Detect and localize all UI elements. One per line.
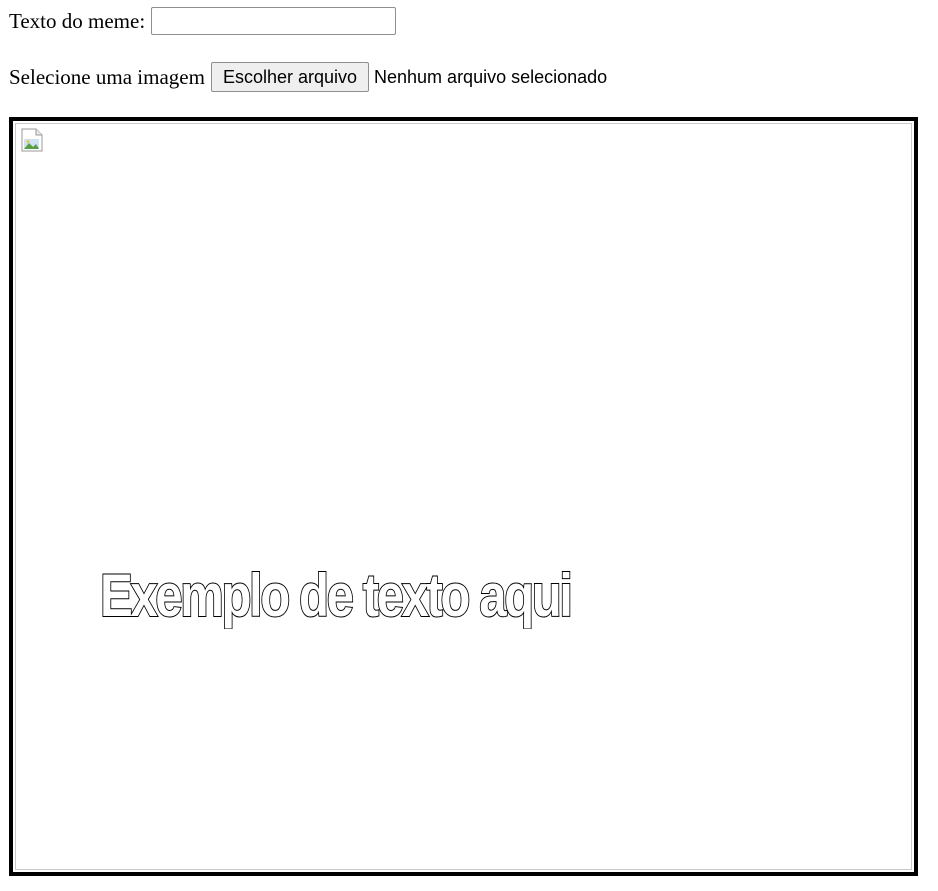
- file-status-text: Nenhum arquivo selecionado: [374, 66, 608, 87]
- image-select-row: Selecione uma imagem Escolher arquivo Ne…: [9, 61, 607, 93]
- meme-caption-text: Exemplo de texto aqui: [99, 562, 574, 629]
- broken-image-icon: [20, 128, 44, 152]
- meme-text-row: Texto do meme:: [9, 6, 397, 36]
- meme-text-label: Texto do meme:: [9, 9, 146, 33]
- image-select-label: Selecione uma imagem: [9, 65, 205, 89]
- meme-preview-frame: Exemplo de texto aqui: [9, 117, 918, 876]
- meme-text-input[interactable]: [151, 7, 397, 35]
- choose-file-button[interactable]: Escolher arquivo: [210, 62, 370, 92]
- meme-image-area: Exemplo de texto aqui: [15, 123, 912, 870]
